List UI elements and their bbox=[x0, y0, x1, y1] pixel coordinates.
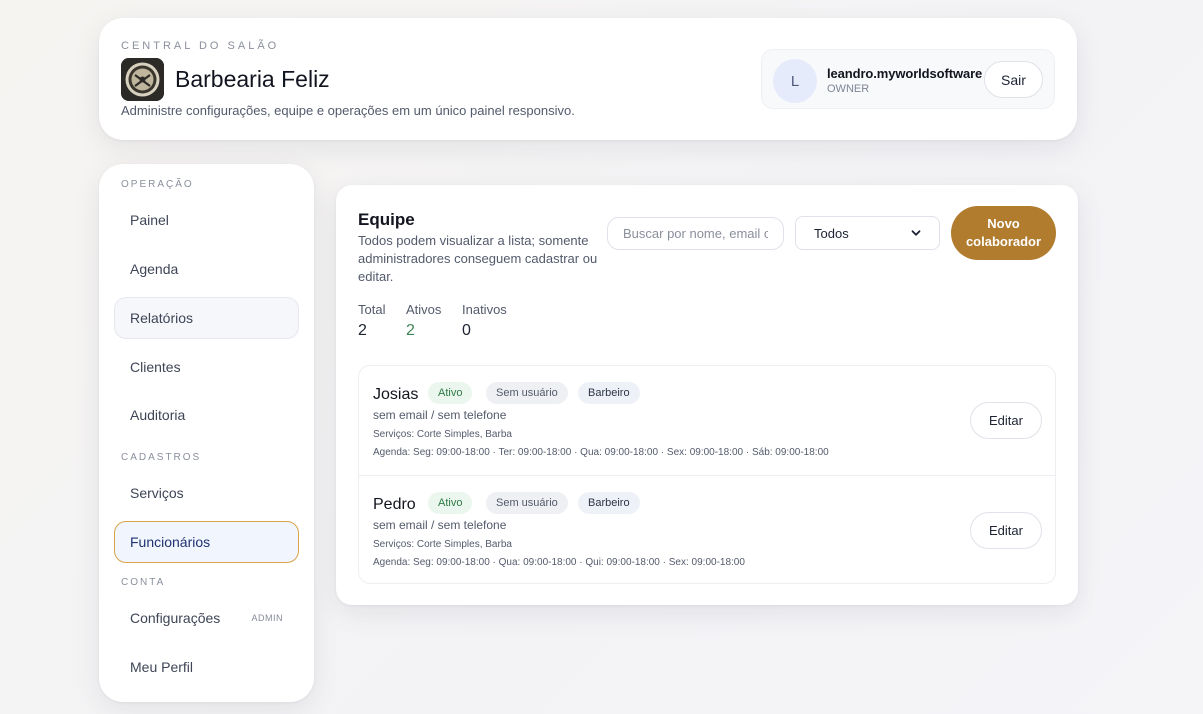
stat-active: Ativos 2 bbox=[406, 302, 441, 340]
employee-services: Serviços: Corte Simples, Barba bbox=[373, 429, 512, 440]
sidebar-section-cadastros: CADASTROS bbox=[121, 452, 202, 463]
sidebar-item-auditoria[interactable]: Auditoria bbox=[114, 394, 299, 436]
employee-schedule: Agenda: Seg: 09:00-18:00 · Ter: 09:00-18… bbox=[373, 447, 829, 458]
sidebar-item-label: Configurações bbox=[130, 610, 221, 626]
employee-contact: sem email / sem telefone bbox=[373, 408, 507, 422]
sidebar-item-agenda[interactable]: Agenda bbox=[114, 248, 299, 290]
employee-list: Josias Ativo Sem usuário Barbeiro sem em… bbox=[358, 365, 1056, 584]
user-badge: Sem usuário bbox=[486, 492, 568, 514]
sidebar-item-servicos[interactable]: Serviços bbox=[114, 472, 299, 514]
status-badge: Ativo bbox=[428, 382, 473, 404]
user-role: OWNER bbox=[827, 83, 870, 95]
sidebar-item-meu-perfil[interactable]: Meu Perfil bbox=[114, 646, 299, 688]
status-badge: Ativo bbox=[428, 492, 473, 514]
list-item: Josias Ativo Sem usuário Barbeiro sem em… bbox=[359, 366, 1055, 475]
sidebar: OPERAÇÃO Painel Agenda Relatórios Client… bbox=[99, 164, 314, 702]
role-badge: Barbeiro bbox=[578, 382, 640, 404]
role-badge: Barbeiro bbox=[578, 492, 640, 514]
avatar: L bbox=[773, 59, 817, 103]
status-filter-value: Todos bbox=[814, 225, 849, 241]
edit-button[interactable]: Editar bbox=[970, 402, 1042, 439]
employee-name: Josias bbox=[373, 386, 419, 403]
sidebar-item-painel[interactable]: Painel bbox=[114, 199, 299, 241]
team-panel: Equipe Todos podem visualizar a lista; s… bbox=[336, 185, 1078, 605]
stat-inactive-label: Inativos bbox=[462, 302, 507, 317]
stat-active-label: Ativos bbox=[406, 302, 442, 317]
employee-name: Pedro bbox=[373, 496, 416, 513]
sidebar-section-operacao: OPERAÇÃO bbox=[121, 179, 194, 190]
stat-total-value: 2 bbox=[358, 322, 367, 339]
logout-button[interactable]: Sair bbox=[984, 61, 1043, 98]
header-eyebrow: CENTRAL DO SALÃO bbox=[121, 40, 280, 52]
stat-total: Total 2 bbox=[358, 302, 385, 340]
stat-active-value: 2 bbox=[406, 322, 415, 339]
user-name: leandro.myworldsoftware bbox=[827, 66, 983, 81]
list-item: Pedro Ativo Sem usuário Barbeiro sem ema… bbox=[359, 475, 1055, 584]
header-card: CENTRAL DO SALÃO Barbearia Feliz Adminis… bbox=[99, 18, 1077, 140]
admin-badge: ADMIN bbox=[251, 613, 283, 623]
status-filter-select[interactable]: Todos bbox=[795, 216, 940, 250]
sidebar-item-clientes[interactable]: Clientes bbox=[114, 346, 299, 388]
new-employee-button[interactable]: Novo colaborador bbox=[951, 206, 1056, 260]
edit-button[interactable]: Editar bbox=[970, 512, 1042, 549]
sidebar-item-funcionarios[interactable]: Funcionários bbox=[114, 521, 299, 563]
chevron-down-icon bbox=[911, 230, 921, 236]
sidebar-item-relatorios[interactable]: Relatórios bbox=[114, 297, 299, 339]
sidebar-section-conta: CONTA bbox=[121, 577, 166, 588]
user-menu: L leandro.myworldsoftware OWNER Sair bbox=[761, 49, 1055, 109]
barbershop-logo-icon bbox=[121, 58, 164, 101]
header-description: Administre configurações, equipe e opera… bbox=[121, 103, 575, 118]
search-input[interactable] bbox=[607, 217, 784, 250]
employee-contact: sem email / sem telefone bbox=[373, 518, 507, 532]
page-description: Todos podem visualizar a lista; somente … bbox=[358, 233, 598, 284]
employee-services: Serviços: Corte Simples, Barba bbox=[373, 539, 512, 550]
stat-total-label: Total bbox=[358, 302, 386, 317]
sidebar-item-configuracoes[interactable]: Configurações ADMIN bbox=[114, 597, 299, 639]
stat-inactive: Inativos 0 bbox=[462, 302, 507, 340]
employee-schedule: Agenda: Seg: 09:00-18:00 · Qua: 09:00-18… bbox=[373, 557, 745, 568]
user-badge: Sem usuário bbox=[486, 382, 568, 404]
page-title: Equipe bbox=[358, 210, 415, 229]
stat-inactive-value: 0 bbox=[462, 322, 471, 339]
salon-name: Barbearia Feliz bbox=[175, 66, 330, 92]
